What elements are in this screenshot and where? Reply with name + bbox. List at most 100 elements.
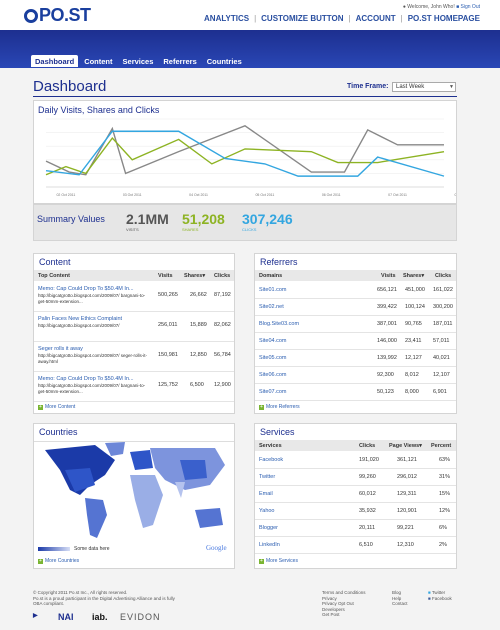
col-services[interactable]: Services bbox=[259, 443, 282, 449]
facebook-link[interactable]: ■ Facebook bbox=[428, 596, 452, 602]
referrer-visits: 656,121 bbox=[377, 287, 397, 293]
col-clicks[interactable]: Clicks bbox=[214, 273, 230, 279]
x-tick-label: 03 Oct 2011 bbox=[123, 193, 142, 197]
service-name-link[interactable]: Email bbox=[259, 491, 273, 497]
col-domains[interactable]: Domains bbox=[259, 273, 282, 279]
visits-caption: VISITS bbox=[126, 227, 139, 232]
service-percent: 63% bbox=[439, 457, 451, 463]
timeframe-select[interactable]: Last Week ▼ bbox=[392, 82, 456, 92]
col-visits[interactable]: Visits bbox=[381, 273, 396, 279]
nav-customize-button[interactable]: CUSTOMIZE BUTTON bbox=[261, 14, 343, 23]
referrer-visits: 50,123 bbox=[377, 389, 394, 395]
signout-link[interactable]: Sign Out bbox=[461, 4, 480, 10]
referrer-row: Site02.net 399,422 100,124 300,200 bbox=[255, 299, 456, 316]
content-url: http://bigcatgrotto.blogspot.com/2009/07… bbox=[38, 293, 146, 304]
tab-dashboard[interactable]: Dashboard bbox=[31, 55, 79, 67]
referrer-visits: 92,300 bbox=[377, 372, 394, 378]
referrer-clicks: 40,021 bbox=[433, 355, 450, 361]
timeframe-value: Last Week bbox=[396, 84, 425, 90]
content-visits: 500,265 bbox=[158, 292, 178, 298]
title-divider bbox=[33, 96, 457, 97]
service-row: LinkedIn 6,510 12,310 2% bbox=[255, 537, 456, 554]
x-tick-label: 06 Oct 2011 bbox=[322, 193, 341, 197]
referrer-shares: 8,000 bbox=[405, 389, 419, 395]
x-tick-label: 08 Oct 2011 bbox=[454, 193, 456, 197]
footer-legal: © Copyright 2011 Po.st Inc., All rights … bbox=[33, 590, 183, 607]
content-title-link[interactable]: Memo: Cap Could Drop To $50.4M In... bbox=[38, 286, 134, 292]
service-percent: 6% bbox=[439, 525, 447, 531]
content-title-link[interactable]: Palin Faces New Ethics Complaint bbox=[38, 316, 122, 322]
referrer-domain-link[interactable]: Site02.net bbox=[259, 304, 284, 310]
nav-post-homepage[interactable]: PO.ST HOMEPAGE bbox=[408, 14, 480, 23]
content-url: http://bigcatgrotto.blogspot.com/2009/07… bbox=[38, 353, 148, 364]
referrers-panel: Referrers Domains Visits Shares▾ Clicks … bbox=[254, 253, 457, 414]
post-logo[interactable]: PO.ST bbox=[24, 5, 91, 26]
services-table-header: Services Clicks Page Views▾ Percent bbox=[255, 440, 456, 451]
header: PO.ST ● Welcome, John Who! ■ Sign Out AN… bbox=[0, 0, 500, 30]
col-percent[interactable]: Percent bbox=[431, 443, 451, 449]
tab-countries[interactable]: Countries bbox=[203, 55, 246, 67]
content-clicks: 56,784 bbox=[214, 352, 231, 358]
col-top-content[interactable]: Top Content bbox=[38, 273, 70, 279]
col-clicks[interactable]: Clicks bbox=[359, 443, 375, 449]
referrer-visits: 146,000 bbox=[377, 338, 397, 344]
content-url: http://bigcatgrotto.blogspot.com/2009/07… bbox=[38, 323, 120, 328]
service-name-link[interactable]: Yahoo bbox=[259, 508, 275, 514]
nav-account[interactable]: ACCOUNT bbox=[356, 14, 396, 23]
service-clicks: 20,111 bbox=[359, 525, 376, 531]
content-panel: Content Top Content Visits Shares▾ Click… bbox=[33, 253, 235, 414]
referrer-clicks: 187,011 bbox=[433, 321, 453, 327]
service-name-link[interactable]: LinkedIn bbox=[259, 542, 280, 548]
services-panel: Services Services Clicks Page Views▾ Per… bbox=[254, 423, 457, 569]
world-map[interactable] bbox=[35, 440, 235, 545]
content-shares: 15,889 bbox=[190, 322, 207, 328]
content-clicks: 12,900 bbox=[214, 382, 231, 388]
content-clicks: 82,062 bbox=[214, 322, 231, 328]
evidon-logo: EVIDON bbox=[120, 612, 161, 622]
referrer-domain-link[interactable]: Site05.com bbox=[259, 355, 287, 361]
referrer-domain-link[interactable]: Blog.Site03.com bbox=[259, 321, 299, 327]
content-title-link[interactable]: Memo: Cap Could Drop To $50.4M In... bbox=[38, 376, 134, 382]
series-line-1[interactable] bbox=[45, 136, 445, 176]
col-visits[interactable]: Visits bbox=[158, 273, 173, 279]
referrer-domain-link[interactable]: Site06.com bbox=[259, 372, 287, 378]
nav-analytics[interactable]: ANALYTICS bbox=[204, 14, 249, 23]
shares-caption: SHARES bbox=[182, 227, 199, 232]
service-views: 361,121 bbox=[397, 457, 417, 463]
service-clicks: 99,260 bbox=[359, 474, 376, 480]
tab-services[interactable]: Services bbox=[119, 55, 158, 67]
content-title-link[interactable]: Seger rolls it away bbox=[38, 346, 83, 352]
service-clicks: 35,932 bbox=[359, 508, 376, 514]
visits-total: 2.1MM bbox=[126, 211, 169, 227]
service-name-link[interactable]: Twitter bbox=[259, 474, 275, 480]
referrer-domain-link[interactable]: Site07.com bbox=[259, 389, 287, 395]
tab-content[interactable]: Content bbox=[80, 55, 116, 67]
referrers-table-header: Domains Visits Shares▾ Clicks bbox=[255, 270, 456, 281]
col-shares[interactable]: Shares▾ bbox=[184, 273, 205, 279]
more-services-link[interactable]: + More Services bbox=[259, 558, 298, 564]
service-name-link[interactable]: Facebook bbox=[259, 457, 283, 463]
more-countries-link[interactable]: + More Countries bbox=[38, 558, 79, 564]
countries-panel: Countries Some data here Google + More Co… bbox=[33, 423, 235, 569]
referrer-visits: 399,422 bbox=[377, 304, 397, 310]
get-post-link[interactable]: Get Post bbox=[322, 612, 366, 618]
footer-social: ■ Twitter ■ Facebook bbox=[428, 590, 452, 601]
x-tick-label: 07 Oct 2011 bbox=[388, 193, 407, 197]
referrer-row: Site05.com 139,992 12,127 40,021 bbox=[255, 350, 456, 367]
col-page-views[interactable]: Page Views▾ bbox=[389, 443, 422, 449]
referrer-domain-link[interactable]: Site01.com bbox=[259, 287, 287, 293]
contact-link[interactable]: Contact bbox=[392, 601, 408, 607]
tab-referrers[interactable]: Referrers bbox=[159, 55, 200, 67]
x-tick-label: 02 Oct 2011 bbox=[56, 193, 75, 197]
service-name-link[interactable]: Blogger bbox=[259, 525, 278, 531]
terms-link[interactable]: Terms and Conditions bbox=[322, 590, 366, 596]
referrer-clicks: 57,011 bbox=[433, 338, 450, 344]
col-clicks[interactable]: Clicks bbox=[435, 273, 451, 279]
more-content-link[interactable]: + More Content bbox=[38, 404, 75, 410]
referrer-clicks: 12,107 bbox=[433, 372, 450, 378]
col-shares[interactable]: Shares▾ bbox=[403, 273, 424, 279]
more-referrers-link[interactable]: + More Referrers bbox=[259, 404, 300, 410]
referrer-clicks: 6,901 bbox=[433, 389, 447, 395]
referrer-domain-link[interactable]: Site04.com bbox=[259, 338, 287, 344]
series-line-0[interactable] bbox=[45, 125, 444, 176]
